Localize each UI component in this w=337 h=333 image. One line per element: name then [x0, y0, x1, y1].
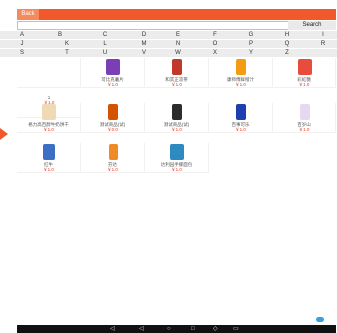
letter-a[interactable]: A — [17, 31, 27, 39]
letter-i[interactable]: I — [318, 31, 328, 39]
product-image — [298, 59, 312, 75]
letter-m[interactable]: M — [139, 40, 149, 48]
volume-down-icon[interactable]: ◁ — [110, 326, 115, 332]
letter-row-1: A B C D E F G H I — [0, 31, 337, 39]
floating-action-button[interactable] — [316, 317, 324, 322]
letter-u[interactable]: U — [100, 49, 110, 57]
product-cell[interactable]: 测试商品(试) ￥1.0 — [145, 103, 209, 133]
product-cell[interactable]: 格力高百醇牛奶饼干 ￥1.0 — [17, 103, 81, 133]
search-input[interactable] — [17, 21, 288, 30]
product-cell[interactable]: 百岁山 ￥1.0 — [273, 103, 336, 133]
product-image — [106, 59, 120, 75]
letter-p[interactable]: P — [246, 40, 256, 48]
product-price: ￥0.0 — [107, 127, 118, 132]
recents-nav-icon[interactable]: □ — [191, 326, 195, 332]
letter-g[interactable]: G — [246, 31, 256, 39]
product-cell[interactable] — [17, 58, 81, 88]
product-price: ￥1.0 — [43, 167, 54, 172]
top-bar: Back — [17, 9, 336, 20]
letter-q[interactable]: Q — [282, 40, 292, 48]
sidebar-toggle-arrow[interactable] — [0, 128, 8, 140]
volume-up-icon[interactable]: ◇ — [213, 326, 218, 332]
product-image — [172, 104, 182, 120]
search-button[interactable]: Search — [288, 21, 336, 30]
letter-l[interactable]: L — [100, 40, 110, 48]
letter-row-3: S T U V W X Y Z — [0, 49, 337, 57]
product-price: ￥1.0 — [171, 167, 182, 172]
letter-f[interactable]: F — [210, 31, 220, 39]
product-cell[interactable]: 百事可乐 ￥1.0 — [209, 103, 273, 133]
product-price: ￥1.0 — [298, 82, 310, 87]
letter-k[interactable]: K — [62, 40, 72, 48]
letter-y[interactable]: Y — [246, 49, 256, 57]
product-cell[interactable]: 红牛 ￥1.0 — [17, 143, 81, 173]
letter-n[interactable]: N — [173, 40, 183, 48]
product-cell[interactable]: 可比克薯片 ￥1.0 — [81, 58, 145, 88]
product-image — [170, 144, 184, 160]
product-cell[interactable]: 芬达 ￥1.0 — [81, 143, 145, 173]
letter-d[interactable]: D — [139, 31, 149, 39]
product-price: ￥1.0 — [298, 127, 310, 132]
letter-s[interactable]: S — [17, 49, 27, 57]
product-image — [236, 59, 246, 75]
home-nav-icon[interactable]: ○ — [167, 326, 171, 332]
product-image — [236, 104, 246, 120]
product-cell[interactable]: 康师傅鲜橙汁 ￥1.0 — [209, 58, 273, 88]
product-price: ￥1.0 — [235, 82, 246, 87]
letter-t[interactable]: T — [62, 49, 72, 57]
product-cell[interactable]: 和其正凉茶 ￥1.0 — [145, 58, 209, 88]
product-price: ￥1.0 — [43, 127, 54, 132]
letter-row-2: J K L M N O P Q R — [0, 40, 337, 48]
letter-c[interactable]: C — [100, 31, 110, 39]
product-image — [172, 59, 182, 75]
product-price: ￥1.0 — [171, 127, 182, 132]
product-image — [43, 144, 55, 160]
letter-w[interactable]: W — [173, 49, 183, 57]
letter-o[interactable]: O — [210, 40, 220, 48]
screenshot-icon[interactable]: ▭ — [233, 326, 239, 332]
letter-z[interactable]: Z — [282, 49, 292, 57]
letter-x[interactable]: X — [210, 49, 220, 57]
letter-b[interactable]: B — [55, 31, 65, 39]
product-image — [42, 104, 56, 120]
product-cell[interactable]: 彩虹糖 ￥1.0 — [273, 58, 336, 88]
letter-v[interactable]: V — [139, 49, 149, 57]
product-price: ￥1.0 — [171, 82, 182, 87]
letter-r[interactable]: R — [318, 40, 328, 48]
back-nav-icon[interactable]: ◁ — [139, 326, 144, 332]
product-price: ￥1.0 — [235, 127, 246, 132]
product-cell[interactable]: 测试商品(试) ￥0.0 — [81, 103, 145, 133]
system-nav-bar: ◁ ◁ ○ □ ◇ ▭ — [17, 325, 336, 333]
product-image — [300, 104, 310, 120]
product-price: ￥1.0 — [107, 167, 118, 172]
search-row: Search — [17, 21, 336, 30]
back-button[interactable]: Back — [17, 9, 39, 20]
letter-j[interactable]: J — [17, 40, 27, 48]
product-price: ￥1.0 — [107, 82, 118, 87]
letter-h[interactable]: H — [282, 31, 292, 39]
product-cell[interactable]: 达利园手撕面包 ￥1.0 — [145, 143, 209, 173]
letter-e[interactable]: E — [173, 31, 183, 39]
product-image — [109, 144, 118, 160]
letter-index: A B C D E F G H I J K L M N O P Q R S T … — [0, 31, 337, 58]
product-image — [108, 104, 118, 120]
